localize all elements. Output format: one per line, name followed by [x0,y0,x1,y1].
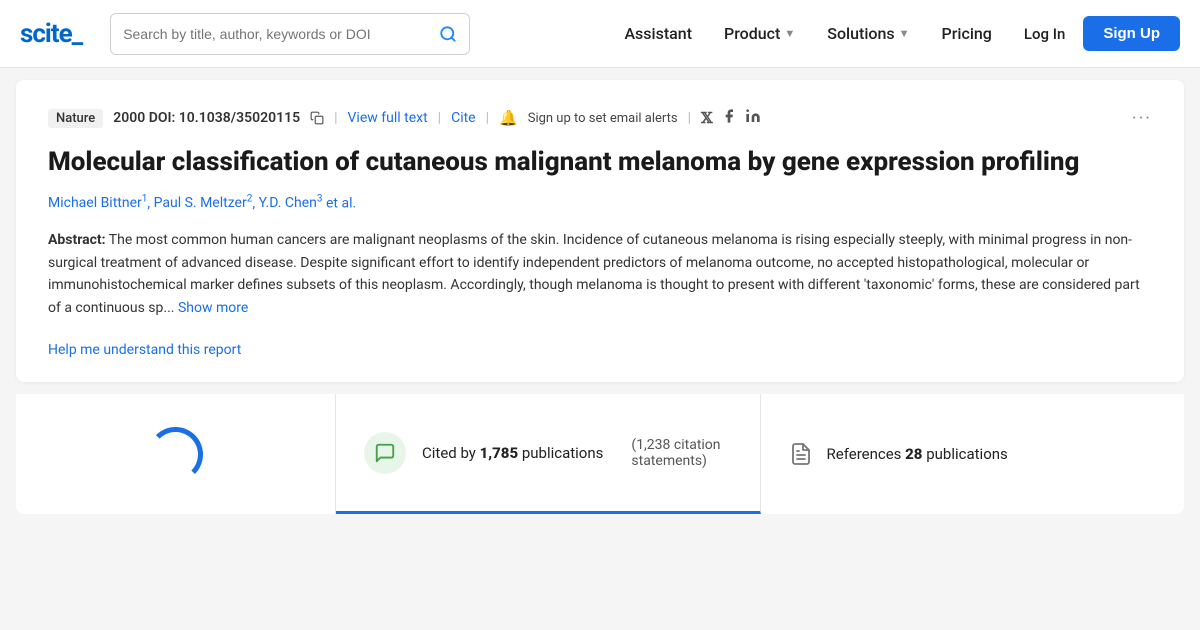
nav-assistant[interactable]: Assistant [610,16,706,51]
chat-icon [374,442,396,464]
navbar: scite_ Assistant Product ▼ Solutions ▼ P… [0,0,1200,68]
citations-panel[interactable]: Cited by 1,785 publications (1,238 citat… [336,394,761,514]
abstract-label: Abstract: [48,232,106,248]
year-doi: 2000 DOI: 10.1038/35020115 [113,110,300,126]
loading-panel [16,394,336,514]
signup-button[interactable]: Sign Up [1083,16,1180,51]
citation-statements: (1,238 citation statements) [631,437,720,469]
logo-text: scite_ [20,19,82,49]
product-chevron-icon: ▼ [784,27,795,40]
document-icon [789,442,813,466]
references-panel[interactable]: References 28 publications [761,394,1185,514]
twitter-icon[interactable]: 𝕏 [701,109,713,128]
facebook-icon[interactable] [721,108,737,128]
nav-product[interactable]: Product ▼ [710,16,809,51]
bottom-section: Cited by 1,785 publications (1,238 citat… [16,394,1184,514]
author-3[interactable]: Y.D. Chen3 [259,195,323,211]
bell-icon: 🔔 [499,109,518,127]
alert-text: Sign up to set email alerts [528,111,678,126]
logo[interactable]: scite_ [20,19,82,49]
nav-pricing[interactable]: Pricing [928,16,1006,51]
journal-badge: Nature [48,109,103,128]
authors: Michael Bittner1, Paul S. Meltzer2, Y.D.… [48,194,1152,212]
cited-by-text: Cited by 1,785 publications [422,444,603,462]
author-2[interactable]: Paul S. Meltzer2 [154,195,253,211]
social-icons: 𝕏 [701,108,761,128]
chat-icon-circle [364,432,406,474]
abstract: Abstract: The most common human cancers … [48,229,1152,319]
nav-solutions[interactable]: Solutions ▼ [813,16,923,51]
linkedin-icon[interactable] [745,108,761,128]
et-al-link[interactable]: et al. [326,195,356,211]
login-button[interactable]: Log In [1010,17,1079,51]
references-text: References 28 publications [827,445,1008,463]
show-more-link[interactable]: Show more [178,300,248,316]
citations-info: Cited by 1,785 publications [422,444,603,462]
solutions-chevron-icon: ▼ [899,27,910,40]
search-input[interactable] [123,26,439,42]
search-icon [439,25,457,43]
nav-links: Assistant Product ▼ Solutions ▼ Pricing … [610,16,1180,51]
help-understand-link[interactable]: Help me understand this report [48,342,241,358]
meta-separator-1: | [334,110,337,126]
author-1[interactable]: Michael Bittner1 [48,195,147,211]
loading-spinner [148,427,203,482]
search-bar[interactable] [110,13,470,55]
meta-row: Nature 2000 DOI: 10.1038/35020115 | View… [48,108,1152,128]
paper-title: Molecular classification of cutaneous ma… [48,146,1152,180]
copy-icon[interactable] [310,111,324,125]
paper-card: Nature 2000 DOI: 10.1038/35020115 | View… [16,80,1184,382]
more-options-button[interactable]: ··· [1132,108,1152,129]
view-full-text-link[interactable]: View full text [348,110,428,126]
cite-link[interactable]: Cite [451,110,476,126]
